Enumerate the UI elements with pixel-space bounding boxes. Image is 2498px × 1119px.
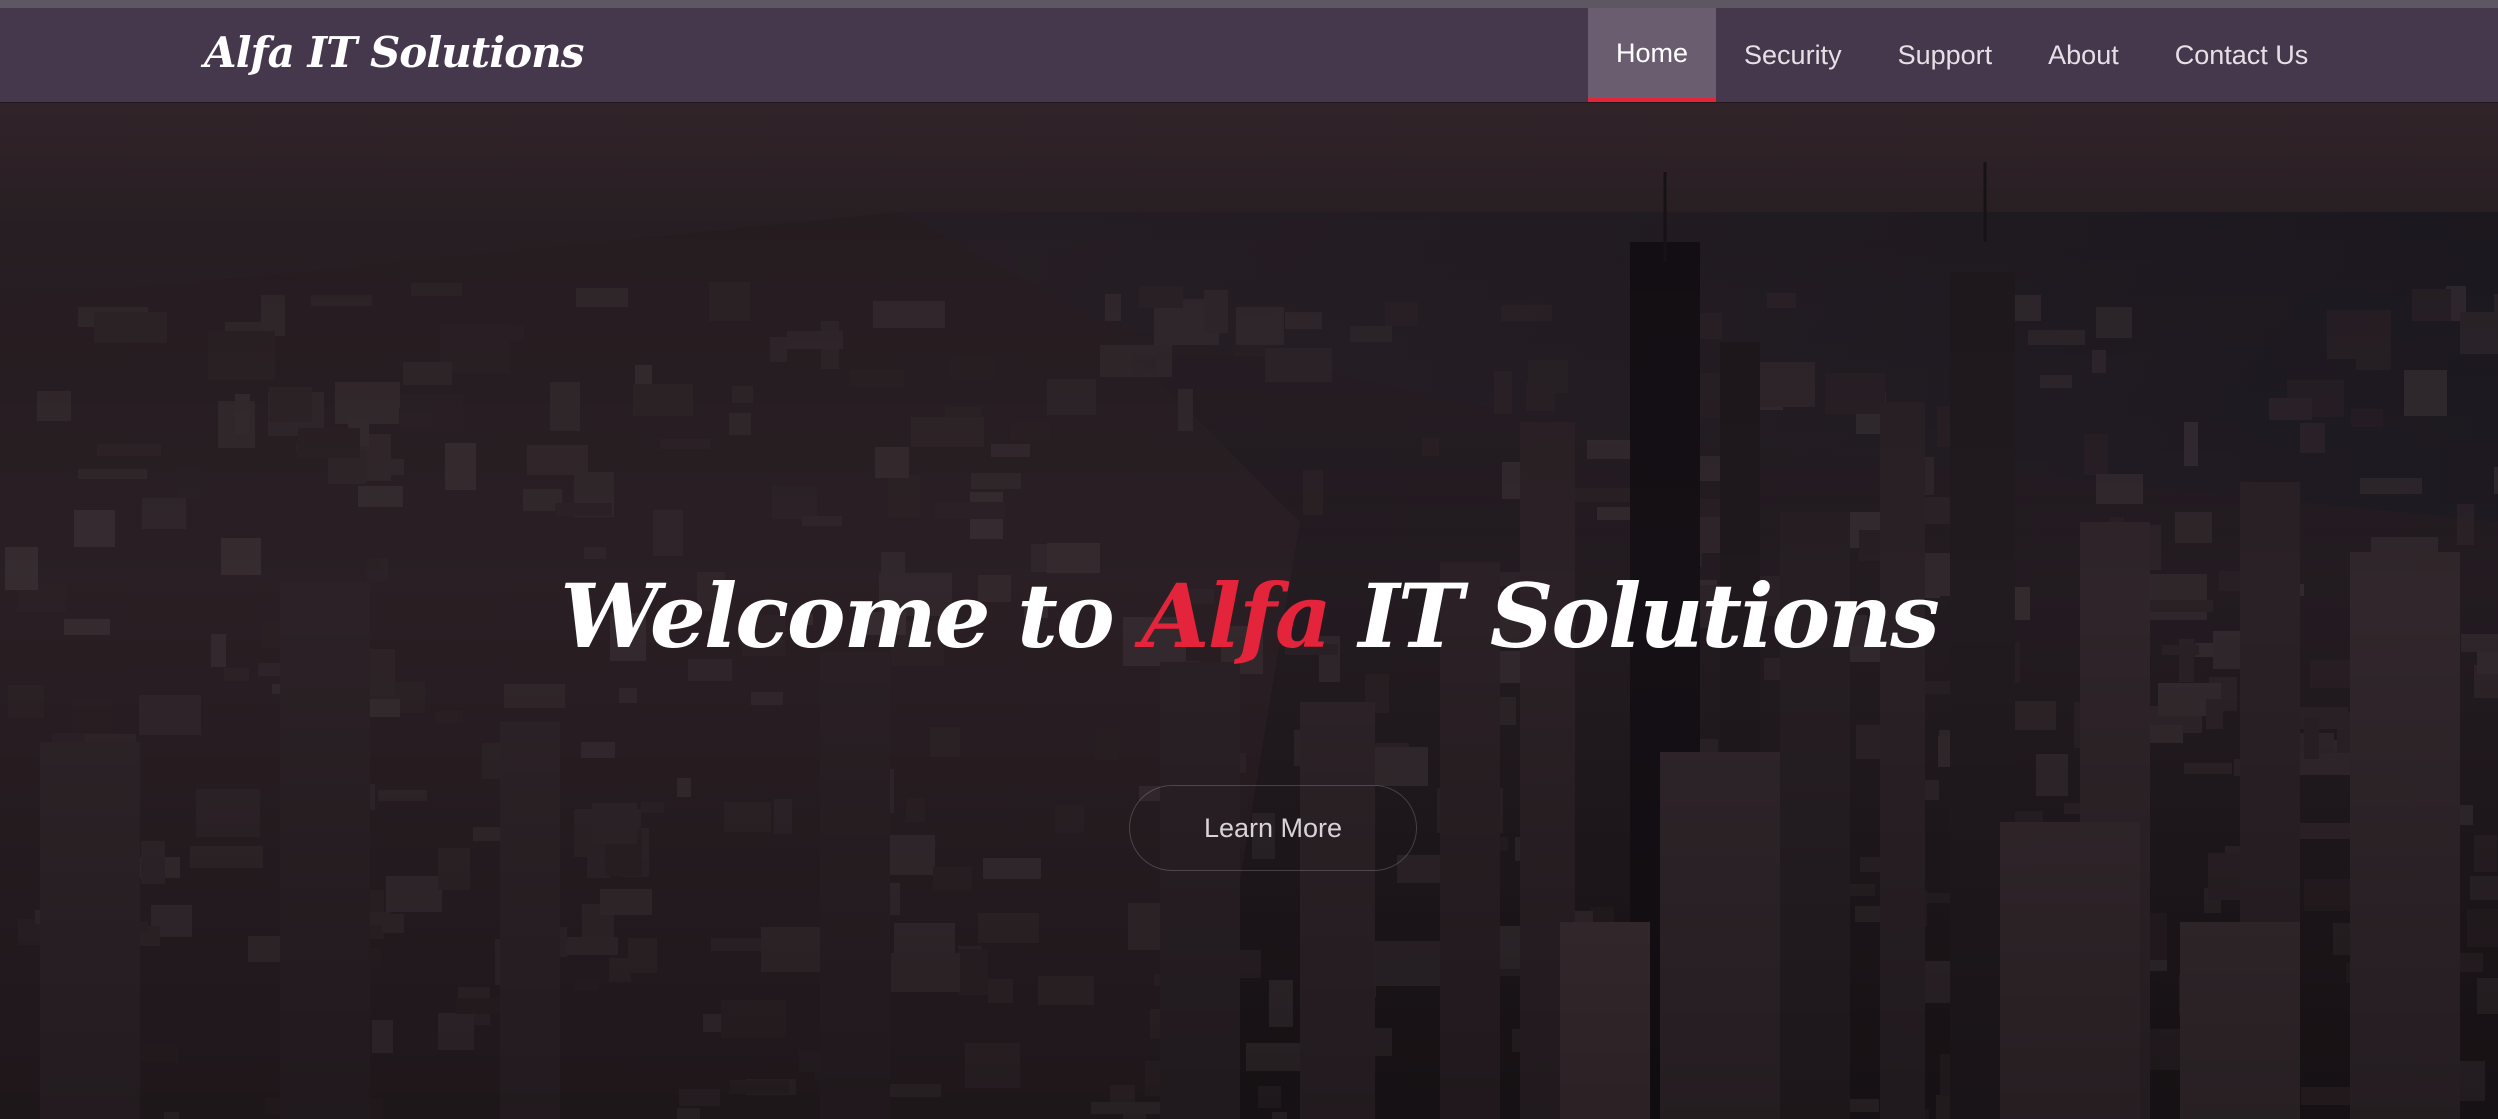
- nav-item-security[interactable]: Security: [1716, 8, 1870, 102]
- hero-title-accent: Alfa: [1141, 564, 1332, 668]
- main-nav: Home Security Support About Contact Us: [1588, 8, 2336, 102]
- navbar: Alfa IT Solutions Home Security Support …: [0, 8, 2498, 102]
- learn-more-button[interactable]: Learn More: [1129, 785, 1417, 871]
- hero-section: Welcome to Alfa IT Solutions Learn More: [0, 102, 2498, 1119]
- nav-item-support[interactable]: Support: [1870, 8, 2021, 102]
- nav-item-contact-us[interactable]: Contact Us: [2147, 8, 2337, 102]
- hero-title-prefix: Welcome to: [560, 564, 1142, 668]
- hero-title-suffix: IT Solutions: [1329, 564, 1940, 668]
- nav-item-about[interactable]: About: [2020, 8, 2147, 102]
- window-top-edge: [0, 0, 2498, 8]
- hero-title: Welcome to Alfa IT Solutions: [0, 564, 2498, 668]
- brand-logo[interactable]: Alfa IT Solutions: [204, 28, 584, 78]
- nav-item-home[interactable]: Home: [1588, 8, 1717, 102]
